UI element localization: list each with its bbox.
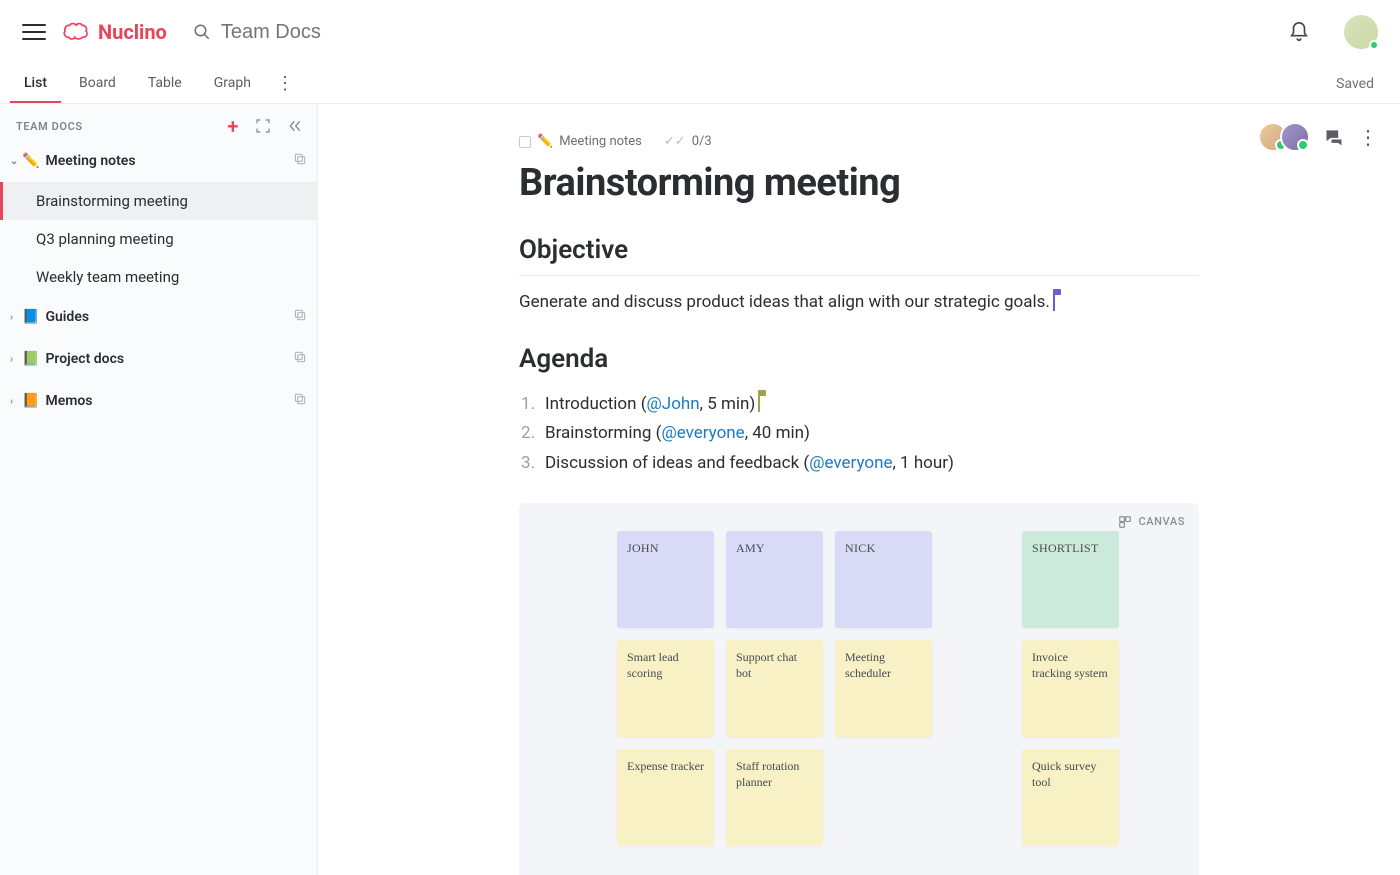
copy-icon[interactable] [293, 350, 307, 368]
content-area: ⋮ ✏️ Meeting notes ✓✓ 0/3 Brainstorming … [318, 104, 1400, 875]
sidebar-item[interactable]: ›📘 Guides [0, 296, 317, 338]
doc-actions: ⋮ [1266, 122, 1378, 152]
checklist-progress[interactable]: ✓✓ 0/3 [664, 134, 712, 149]
sidebar-item[interactable]: ⌄✏️ Meeting notes [0, 140, 317, 182]
sidebar-item-label: Guides [45, 309, 293, 325]
topbar: Nuclino [0, 0, 1400, 64]
sticky-header[interactable]: AMY [726, 531, 823, 628]
item-emoji-icon: 📗 [22, 351, 39, 367]
mention[interactable]: @everyone [661, 423, 744, 443]
canvas-grid: JOHNSmart lead scoringExpense trackerAMY… [617, 531, 1119, 846]
brain-icon [62, 20, 92, 44]
sticky-header[interactable]: JOHN [617, 531, 714, 628]
check-icon: ✓✓ [664, 134, 686, 149]
expand-icon[interactable] [255, 118, 271, 134]
doc-more-icon[interactable]: ⋮ [1358, 127, 1378, 147]
copy-icon[interactable] [293, 152, 307, 170]
item-emoji-icon: ✏️ [22, 153, 39, 169]
sticky-header[interactable]: NICK [835, 531, 932, 628]
caret-icon: › [10, 354, 20, 365]
canvas-column: NICK Meeting scheduler [835, 531, 932, 846]
objective-body[interactable]: Generate and discuss product ideas that … [519, 290, 1199, 316]
sticky-header[interactable]: SHORTLIST [1022, 531, 1119, 628]
canvas-icon [1118, 515, 1132, 529]
sticky-note[interactable]: Smart lead scoring [617, 640, 714, 737]
page-title[interactable]: Brainstorming meeting [519, 161, 1199, 205]
collab-cursor-icon [1053, 291, 1055, 311]
sidebar: TEAM DOCS + ⌄✏️ Meeting notes Brainstormin… [0, 104, 318, 875]
canvas-label-text: CANVAS [1138, 515, 1185, 528]
tab-graph[interactable]: Graph [200, 65, 265, 103]
caret-icon: › [10, 396, 20, 407]
sidebar-child-item[interactable]: Q3 planning meeting [0, 220, 317, 258]
canvas-column: AMY Support chat bot Staff rotation planne… [726, 531, 823, 846]
breadcrumb-label: Meeting notes [559, 134, 642, 149]
comments-icon[interactable] [1324, 127, 1344, 147]
sticky-note[interactable]: Expense tracker [617, 749, 714, 846]
caret-icon: ⌄ [10, 156, 20, 167]
collapse-sidebar-icon[interactable] [287, 118, 303, 134]
workspace-label: TEAM DOCS [16, 120, 227, 133]
item-emoji-icon: 📘 [22, 309, 39, 325]
sidebar-tree: ⌄✏️ Meeting notes Brainstorming meetingQ3 … [0, 140, 317, 422]
breadcrumb-emoji: ✏️ [537, 134, 553, 149]
breadcrumb-row: ✏️ Meeting notes ✓✓ 0/3 [519, 134, 1199, 149]
sidebar-item[interactable]: ›📗 Project docs [0, 338, 317, 380]
sidebar-item-label: Project docs [45, 351, 293, 367]
agenda-heading[interactable]: Agenda [519, 344, 1199, 374]
sticky-note[interactable]: Invoice tracking system [1022, 640, 1119, 737]
search-input[interactable] [221, 21, 521, 44]
objective-text: Generate and discuss product ideas that … [519, 292, 1050, 312]
breadcrumb[interactable]: ✏️ Meeting notes [519, 134, 642, 149]
menu-icon[interactable] [22, 20, 46, 44]
presence-dot-icon [1369, 40, 1379, 50]
sidebar-item[interactable]: ›📙 Memos [0, 380, 317, 422]
agenda-item[interactable]: Brainstorming (@everyone, 40 min) [521, 419, 1199, 449]
tab-table[interactable]: Table [134, 65, 196, 103]
objective-heading[interactable]: Objective [519, 235, 1199, 265]
app-name: Nuclino [98, 20, 167, 44]
canvas-column: JOHN Smart lead scoring Expense tracker [617, 531, 714, 846]
sidebar-child-item[interactable]: Brainstorming meeting [0, 182, 317, 220]
presence-avatars[interactable] [1266, 122, 1310, 152]
sidebar-item-label: Meeting notes [45, 153, 293, 169]
tab-board[interactable]: Board [65, 65, 130, 103]
sticky-note[interactable]: Meeting scheduler [835, 640, 932, 737]
item-emoji-icon: 📙 [22, 393, 39, 409]
app-logo[interactable]: Nuclino [62, 20, 167, 44]
sticky-note[interactable]: Quick survey tool [1022, 749, 1119, 846]
agenda-item[interactable]: Introduction (@John, 5 min) [521, 390, 1199, 420]
sidebar-header: TEAM DOCS + [0, 108, 317, 140]
collab-cursor-icon [758, 392, 760, 412]
sidebar-child-item[interactable]: Weekly team meeting [0, 258, 317, 296]
document: ✏️ Meeting notes ✓✓ 0/3 Brainstorming me… [469, 104, 1249, 875]
sticky-note[interactable]: Staff rotation planner [726, 749, 823, 846]
mention[interactable]: @John [647, 394, 700, 414]
view-tabs: List Board Table Graph ⋮ Saved [0, 64, 1400, 104]
add-page-button[interactable]: + [227, 118, 239, 134]
search[interactable] [193, 21, 521, 44]
sidebar-item-label: Memos [45, 393, 293, 409]
copy-icon[interactable] [293, 308, 307, 326]
sticky-note[interactable]: Support chat bot [726, 640, 823, 737]
mention[interactable]: @everyone [809, 453, 892, 473]
copy-icon[interactable] [293, 392, 307, 410]
canvas-column: SHORTLIST Invoice tracking system Quick su… [1022, 531, 1119, 846]
tabs-more-icon[interactable]: ⋮ [269, 73, 301, 94]
agenda-item[interactable]: Discussion of ideas and feedback (@every… [521, 449, 1199, 479]
bell-icon[interactable] [1288, 21, 1310, 43]
user-avatar[interactable] [1344, 15, 1378, 49]
presence-avatar[interactable] [1280, 122, 1310, 152]
tab-list[interactable]: List [10, 65, 61, 103]
checklist-count: 0/3 [692, 134, 712, 149]
canvas-block[interactable]: CANVAS JOHN Smart lead scoring Expense tra… [519, 503, 1199, 875]
agenda-list[interactable]: Introduction (@John, 5 min)Brainstorming… [521, 390, 1199, 479]
search-icon [193, 23, 211, 41]
caret-icon: › [10, 312, 20, 323]
save-status: Saved [1336, 76, 1390, 92]
canvas-label: CANVAS [1118, 515, 1185, 529]
doc-icon [519, 136, 531, 148]
